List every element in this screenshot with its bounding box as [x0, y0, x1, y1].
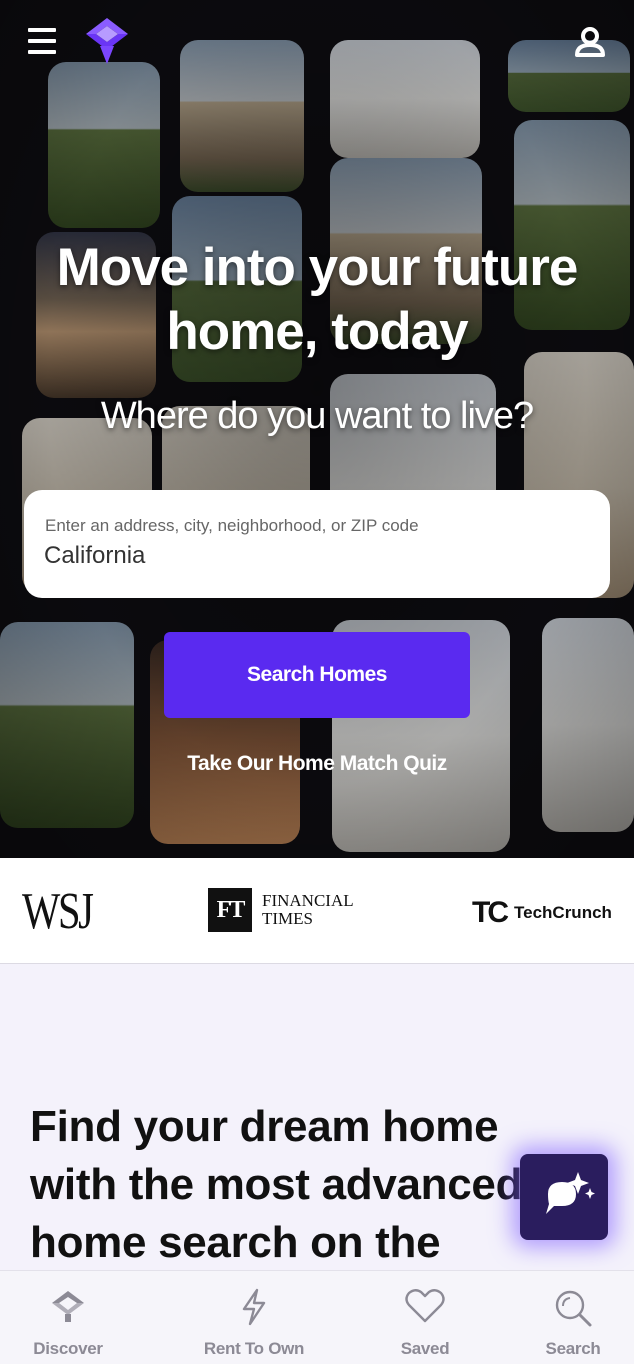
- search-field-label: Enter an address, city, neighborhood, or…: [45, 516, 419, 535]
- location-search-box[interactable]: Enter an address, city, neighborhood, or…: [24, 490, 610, 598]
- tc-logo-text: TechCrunch: [514, 903, 612, 922]
- bottom-nav: Discover Rent To Own Saved Search: [0, 1270, 634, 1364]
- search-icon: [555, 1290, 592, 1327]
- press-logos-strip: WSJ FT FINANCIAL TIMES TC TechCrunch: [0, 858, 634, 964]
- home-icon: [52, 1291, 84, 1322]
- hero-subtitle: Where do you want to live?: [100, 395, 534, 437]
- nav-item-rent-to-own[interactable]: Rent To Own: [192, 1271, 316, 1364]
- nav-item-discover[interactable]: Discover: [18, 1271, 118, 1364]
- techcrunch-logo: TC TechCrunch: [472, 896, 612, 930]
- tc-logo-mark: TC: [472, 896, 509, 929]
- hero-title: Move into your future home, today: [56, 238, 579, 361]
- financial-times-logo: FT FINANCIAL TIMES: [208, 888, 354, 932]
- search-homes-button[interactable]: Search Homes: [164, 632, 470, 718]
- home-match-quiz-link[interactable]: Take Our Home Match Quiz: [0, 752, 634, 776]
- heart-icon: [405, 1289, 445, 1323]
- hamburger-menu-icon[interactable]: [28, 28, 56, 54]
- ft-logo-mark: FT: [208, 888, 252, 932]
- ft-logo-text: FINANCIAL TIMES: [262, 891, 354, 928]
- brand-logo[interactable]: [84, 16, 130, 66]
- chat-sparkle-icon: [546, 1172, 595, 1214]
- ai-chat-button[interactable]: [520, 1154, 608, 1240]
- hero-section: Move into your future home, today Where …: [0, 0, 634, 858]
- user-account-icon[interactable]: [574, 26, 606, 58]
- nav-item-search[interactable]: Search: [528, 1271, 618, 1364]
- bolt-icon: [242, 1288, 266, 1326]
- wsj-logo: WSJ: [22, 883, 94, 940]
- location-search-input[interactable]: [44, 542, 584, 570]
- nav-item-saved[interactable]: Saved: [380, 1271, 470, 1364]
- top-bar: [0, 0, 634, 90]
